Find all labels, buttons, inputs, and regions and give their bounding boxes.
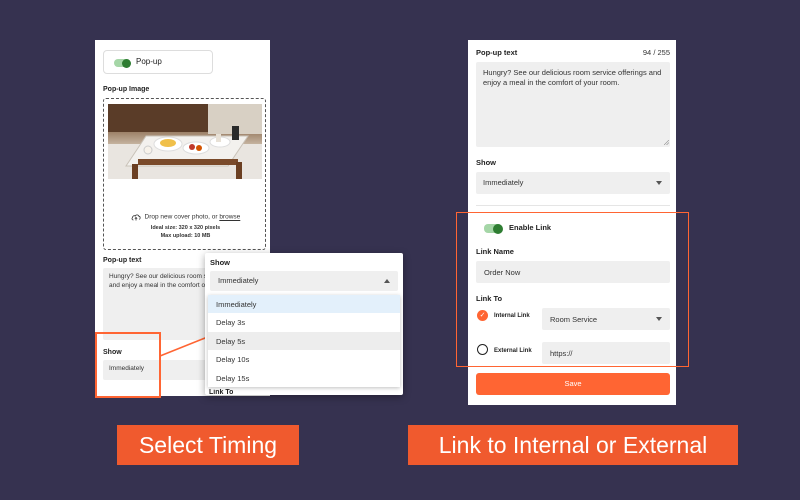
dropzone-ideal-size: Ideal size: 320 x 320 pixels: [150, 225, 221, 231]
popup-toggle-card[interactable]: Pop-up: [103, 50, 213, 74]
show-dropdown-popover: Show Immediately Immediately Delay 3s De…: [205, 253, 403, 395]
show-label: Show: [476, 158, 496, 167]
popup-image-label: Pop-up Image: [103, 86, 150, 93]
resize-handle-icon[interactable]: [664, 140, 669, 145]
show-select-value: Immediately: [483, 178, 524, 187]
popup-toggle-switch[interactable]: [114, 58, 131, 68]
dropdown-select-value: Immediately: [218, 276, 259, 285]
dropdown-select-field[interactable]: Immediately: [210, 271, 398, 291]
dropdown-option-delay-5s[interactable]: Delay 5s: [208, 331, 400, 351]
caption-select-timing: Select Timing: [117, 425, 299, 465]
link-highlight-box: [456, 212, 689, 367]
link-to-label-behind: Link To: [209, 389, 234, 395]
popup-text-label: Pop-up text: [103, 257, 142, 264]
caption-link-internal-external: Link to Internal or External: [408, 425, 738, 465]
image-dropzone[interactable]: Drop new cover photo, or browse Ideal si…: [103, 98, 266, 250]
popup-toggle-label: Pop-up: [136, 57, 162, 66]
dropzone-prompt-text: Drop new cover photo, or: [144, 213, 218, 221]
cover-photo: [108, 104, 262, 179]
save-button[interactable]: Save: [476, 373, 670, 395]
dropdown-option-immediately[interactable]: Immediately: [208, 295, 400, 314]
show-select[interactable]: Immediately: [476, 172, 670, 194]
chevron-up-icon: [384, 279, 390, 283]
browse-link[interactable]: browse: [219, 214, 240, 221]
popup-text-label: Pop-up text: [476, 48, 518, 57]
dropdown-option-delay-15s[interactable]: Delay 15s: [208, 369, 400, 387]
popup-text-area[interactable]: Hungry? See our delicious room service o…: [476, 62, 670, 147]
upload-cloud-icon: [131, 214, 141, 221]
show-highlight-box: [95, 332, 161, 398]
chevron-down-icon: [656, 181, 662, 185]
dropdown-option-delay-10s[interactable]: Delay 10s: [208, 350, 400, 368]
dropzone-prompt: Drop new cover photo, or browse: [104, 213, 267, 221]
dropdown-options-list: Immediately Delay 3s Delay 5s Delay 10s …: [208, 295, 400, 387]
room-service-photo-illustration: [108, 104, 262, 179]
dropdown-show-label: Show: [210, 258, 230, 267]
dropzone-max-upload: Max upload: 10 MB: [160, 233, 211, 239]
dropdown-option-delay-3s[interactable]: Delay 3s: [208, 313, 400, 331]
char-counter: 94 / 255: [642, 48, 670, 57]
divider: [476, 205, 670, 206]
